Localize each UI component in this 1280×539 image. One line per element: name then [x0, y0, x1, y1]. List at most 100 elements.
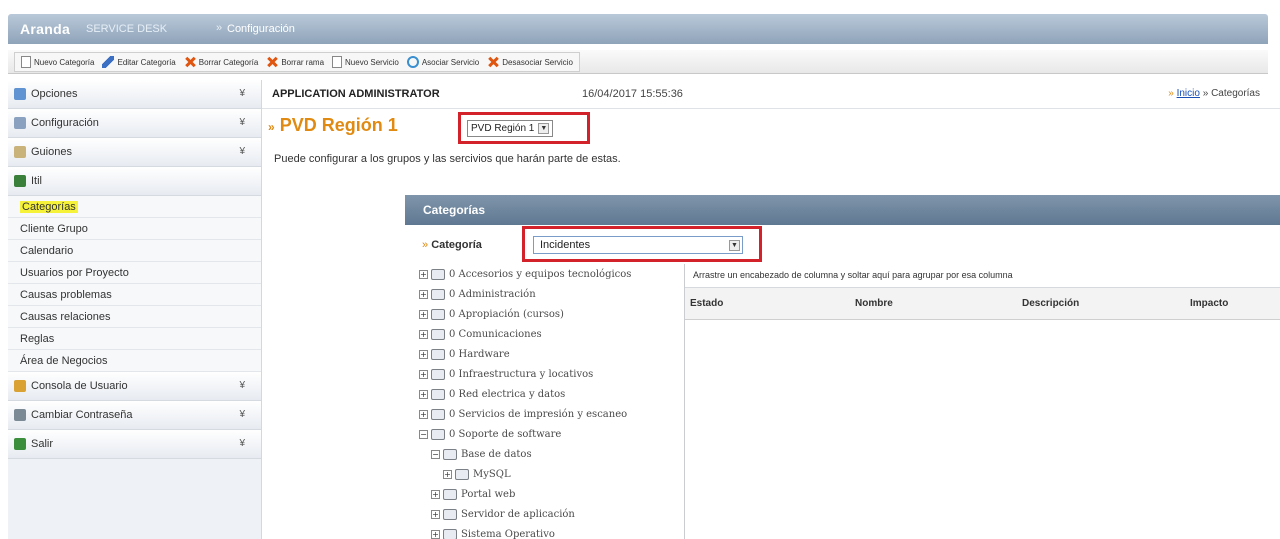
chevron-down-icon: ¥ — [239, 438, 245, 449]
document-icon — [21, 56, 31, 68]
sidebar-item-label: Causas problemas — [20, 288, 112, 301]
region-select[interactable]: PVD Región 1 ▼ — [467, 120, 554, 137]
tree-node[interactable]: +0 Infraestructura y locativos — [405, 364, 684, 384]
expand-icon[interactable]: + — [419, 269, 428, 279]
category-select[interactable]: Incidentes ▼ — [533, 236, 743, 254]
sidebar-section[interactable]: Itil — [8, 167, 261, 196]
sidebar-item[interactable]: Categorías — [8, 196, 261, 218]
sidebar-item[interactable]: Causas relaciones — [8, 306, 261, 328]
chevron-down-icon: ¥ — [239, 117, 245, 128]
toolbar-button-0[interactable]: Nuevo Categoría — [21, 56, 94, 68]
tree-node[interactable]: − 0 Soporte de software — [405, 424, 684, 444]
tree-node[interactable]: +0 Comunicaciones — [405, 324, 684, 344]
expand-icon[interactable]: + — [419, 289, 428, 299]
sidebar-item[interactable]: Causas problemas — [8, 284, 261, 306]
tree-node[interactable]: − Base de datos — [405, 444, 684, 464]
column-header-descripcion[interactable]: Descripción — [1022, 298, 1079, 309]
toolbar-button-1[interactable]: Editar Categoría — [102, 56, 176, 68]
sidebar-item[interactable]: Usuarios por Proyecto — [8, 262, 261, 284]
info-bar: APPLICATION ADMINISTRATOR 16/04/2017 15:… — [262, 80, 1280, 109]
tree-node[interactable]: +0 Administración — [405, 284, 684, 304]
toolbar-button-label: Editar Categoría — [117, 57, 176, 67]
tree-node-label: 0 Infraestructura y locativos — [449, 368, 594, 380]
expand-icon[interactable]: + — [419, 389, 428, 399]
tree-node[interactable]: + Sistema Operativo — [405, 524, 684, 539]
group-by-hint[interactable]: Arrastre un encabezado de columna y solt… — [685, 264, 1280, 288]
column-header-impacto[interactable]: Impacto — [1190, 298, 1228, 309]
tree-node-label: 0 Hardware — [449, 348, 510, 360]
link-icon — [406, 56, 419, 68]
collapse-icon[interactable]: − — [431, 449, 440, 459]
expand-icon[interactable]: + — [419, 329, 428, 339]
folder-icon — [443, 508, 457, 520]
category-label-text: Categoría — [431, 239, 482, 251]
tree-node[interactable]: +0 Apropiación (cursos) — [405, 304, 684, 324]
expand-icon[interactable]: + — [443, 469, 452, 479]
toolbar-button-5[interactable]: Asociar Servicio — [406, 56, 479, 68]
expand-icon[interactable]: + — [419, 409, 428, 419]
toolbar-button-4[interactable]: Nuevo Servicio — [332, 56, 399, 68]
sidebar-section[interactable]: Consola de Usuario ¥ — [8, 372, 261, 401]
brand-logo: Aranda — [20, 21, 71, 37]
brand-subtitle: SERVICE DESK — [86, 23, 168, 35]
tree-node[interactable]: +0 Red electrica y datos — [405, 384, 684, 404]
chevron-down-icon: ▼ — [538, 123, 550, 134]
sidebar-item[interactable]: Cliente Grupo — [8, 218, 261, 240]
expand-icon[interactable]: + — [431, 489, 440, 499]
breadcrumb-home-link[interactable]: Inicio — [1177, 88, 1200, 99]
toolbar-button-2[interactable]: Borrar Categoría — [184, 56, 259, 68]
expand-icon[interactable]: + — [431, 509, 440, 519]
menu-icon — [14, 175, 26, 187]
title-bar: Aranda SERVICE DESK » Configuración — [8, 14, 1268, 44]
folder-icon — [431, 328, 445, 340]
tree-node[interactable]: +0 Accesorios y equipos tecnológicos — [405, 264, 684, 284]
menu-icon — [14, 146, 26, 158]
sidebar-item[interactable]: Reglas — [8, 328, 261, 350]
chevron-down-icon: ¥ — [239, 88, 245, 99]
expand-icon[interactable]: + — [419, 349, 428, 359]
sidebar-section[interactable]: Configuración ¥ — [8, 109, 261, 138]
sidebar-section-label: Opciones — [31, 88, 78, 100]
sidebar-section[interactable]: Cambiar Contraseña ¥ — [8, 401, 261, 430]
tree-node[interactable]: +0 Hardware — [405, 344, 684, 364]
tree-node[interactable]: + MySQL — [405, 464, 684, 484]
expand-icon[interactable]: + — [419, 309, 428, 319]
pencil-icon — [102, 56, 115, 68]
tree-node-label: MySQL — [473, 468, 511, 480]
sidebar-item-label: Reglas — [20, 332, 55, 345]
folder-icon — [443, 448, 457, 460]
column-header-estado[interactable]: Estado — [690, 298, 723, 309]
menu-icon — [14, 409, 26, 421]
folder-icon — [431, 288, 445, 300]
tree-node-label: 0 Red electrica y datos — [449, 388, 566, 400]
column-header-nombre[interactable]: Nombre — [855, 298, 893, 309]
expand-icon[interactable]: + — [431, 529, 440, 539]
sidebar-section[interactable]: Salir ¥ — [8, 430, 261, 459]
categories-panel-header: Categorías — [405, 195, 1280, 225]
tree-node-label: 0 Soporte de software — [449, 428, 562, 440]
toolbar-button-6[interactable]: Desasociar Servicio — [487, 56, 573, 68]
category-select-highlight: Incidentes ▼ — [522, 226, 762, 262]
toolbar-button-label: Borrar rama — [281, 57, 325, 67]
collapse-icon[interactable]: − — [419, 429, 428, 439]
document-icon — [332, 56, 343, 68]
sidebar-section[interactable]: Guiones ¥ — [8, 138, 261, 167]
breadcrumb-marker: » — [1168, 88, 1174, 99]
sidebar-section-label: Configuración — [31, 117, 99, 129]
tree-node[interactable]: + Servidor de aplicación — [405, 504, 684, 524]
region-select-value: PVD Región 1 — [471, 123, 535, 134]
date-time: 16/04/2017 15:55:36 — [582, 88, 683, 100]
tree-node[interactable]: +0 Servicios de impresión y escaneo — [405, 404, 684, 424]
toolbar-button-3[interactable]: Borrar rama — [266, 56, 324, 68]
sidebar-section[interactable]: Opciones ¥ — [8, 80, 261, 109]
tree-node[interactable]: + Portal web — [405, 484, 684, 504]
sidebar-item-label: Área de Negocios — [20, 354, 108, 367]
delete-icon — [487, 56, 499, 68]
category-label-bullet: » — [422, 239, 429, 251]
title-bullet: » — [268, 120, 275, 134]
sidebar-item[interactable]: Calendario — [8, 240, 261, 262]
expand-icon[interactable]: + — [419, 369, 428, 379]
region-title-text: PVD Región 1 — [279, 115, 398, 135]
sidebar-item[interactable]: Área de Negocios — [8, 350, 261, 372]
folder-icon — [431, 428, 445, 440]
